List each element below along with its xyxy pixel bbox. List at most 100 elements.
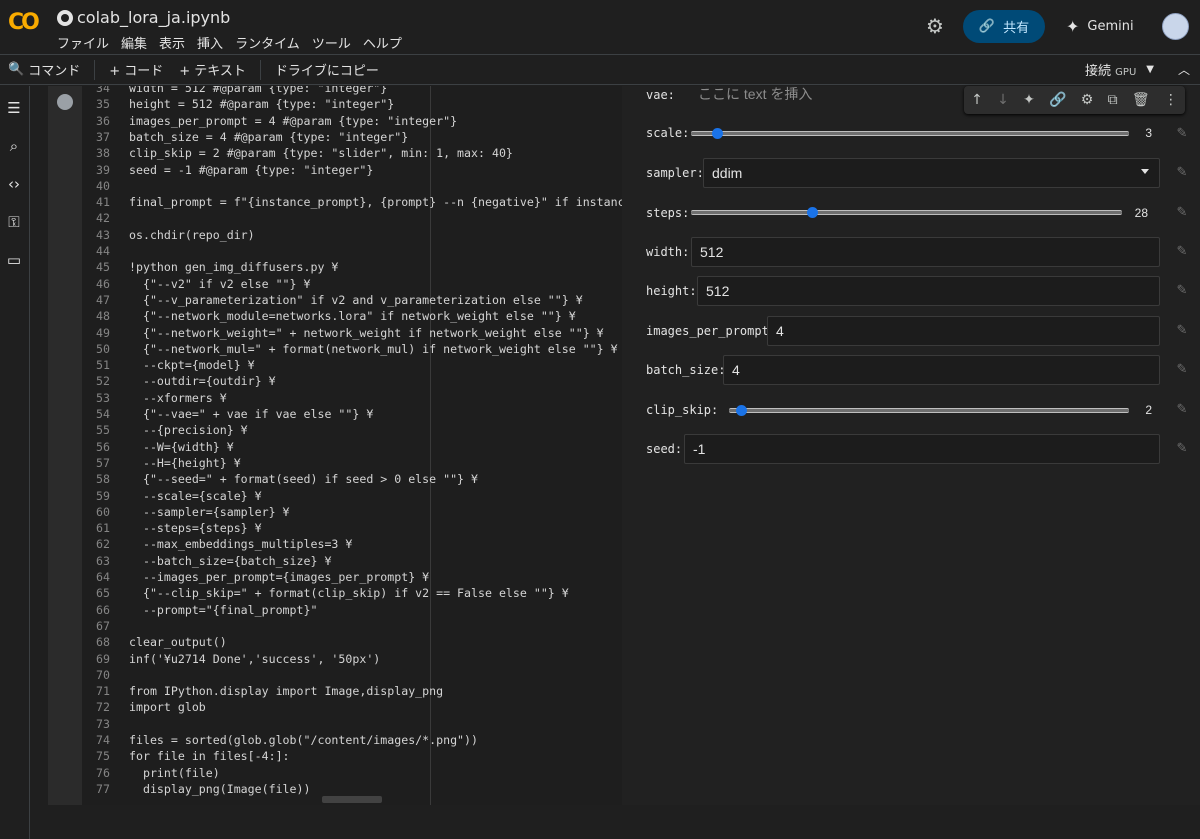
code-line: 71 from IPython.display import Image,disp… [82, 683, 443, 699]
copy-to-drive-button[interactable]: ドライブにコピー [267, 55, 387, 84]
steps-slider[interactable] [691, 207, 1122, 218]
gemini-sparkle-icon[interactable]: ✦ [1023, 92, 1035, 108]
runtime-dropdown-chevron-icon[interactable]: ▼ [1146, 64, 1154, 75]
batch-size-input[interactable]: 4 [723, 355, 1160, 385]
batch-size-row: batch_size: [646, 355, 725, 385]
seed-input[interactable]: -1 [684, 434, 1160, 464]
files-folder-icon[interactable]: ▭ [4, 250, 24, 270]
sampler-select[interactable]: ddim [703, 158, 1160, 188]
gemini-label: Gemini [1087, 19, 1134, 34]
height-input[interactable]: 512 [697, 276, 1160, 306]
vae-input[interactable]: ここに text を挿入 [690, 80, 960, 110]
line-number: 37 [96, 129, 110, 144]
more-vert-icon[interactable]: ⋮ [1164, 92, 1178, 108]
gemini-button[interactable]: ✦ Gemini [1066, 17, 1134, 36]
code-line: 63 --batch_size={batch_size} ¥ [82, 553, 331, 569]
menu-edit[interactable]: 編集 [121, 33, 147, 52]
code-snippets-icon[interactable]: ‹› [4, 174, 24, 194]
slider-track [691, 131, 1129, 136]
menu-insert[interactable]: 挿入 [197, 33, 223, 52]
code-line: 38 clip_skip = 2 #@param {type: "slider",… [82, 145, 513, 161]
edit-pencil-icon[interactable]: ✎ [1174, 283, 1190, 299]
link-icon[interactable]: 🔗 [1049, 92, 1066, 108]
menu-file[interactable]: ファイル [57, 33, 109, 52]
edit-pencil-icon[interactable]: ✎ [1174, 441, 1190, 457]
line-text: final_prompt = f"{instance_prompt}, {pro… [129, 195, 622, 210]
scale-label: scale: [646, 126, 690, 140]
mirror-cell-icon[interactable]: ⧉ [1108, 92, 1118, 108]
code-cell[interactable]: 34 width = 512 #@param {type: "integer"} 3… [48, 86, 1200, 806]
code-line: 42 [82, 210, 129, 226]
code-line: 57 --H={height} ¥ [82, 455, 241, 471]
code-editor[interactable]: 34 width = 512 #@param {type: "integer"} 3… [82, 86, 622, 805]
width-input[interactable]: 512 [691, 237, 1160, 267]
code-line: 74 files = sorted(glob.glob("/content/ima… [82, 732, 478, 748]
code-line: 43 os.chdir(repo_dir) [82, 227, 255, 243]
code-line: 62 --max_embeddings_multiples=3 ¥ [82, 536, 352, 552]
line-number: 66 [96, 602, 110, 617]
line-text: clear_output() [129, 635, 227, 650]
horizontal-scrollbar[interactable] [322, 796, 382, 803]
images-per-prompt-input[interactable]: 4 [767, 316, 1160, 346]
code-line: 49 {"--network_weight=" + network_weight… [82, 325, 604, 341]
move-up-icon[interactable]: ↑ [971, 92, 983, 108]
find-replace-icon[interactable]: ⌕ [4, 136, 24, 156]
avatar[interactable] [1162, 13, 1189, 40]
menu-runtime[interactable]: ランタイム [235, 33, 300, 52]
line-text: inf('¥u2714 Done','success', '50px') [129, 651, 381, 666]
edit-pencil-icon[interactable]: ✎ [1174, 362, 1190, 378]
clip-skip-slider[interactable] [729, 405, 1129, 416]
edit-pencil-icon[interactable]: ✎ [1174, 205, 1190, 221]
slider-thumb[interactable] [712, 128, 724, 139]
gear-icon[interactable]: ⚙ [1081, 92, 1094, 108]
run-cell-button[interactable] [57, 94, 73, 110]
code-line: 58 {"--seed=" + format(seed) if seed > 0… [82, 471, 478, 487]
line-text: height = 512 #@param {type: "integer"} [129, 97, 395, 112]
line-number: 63 [96, 553, 110, 568]
code-line: 50 {"--network_mul=" + format(network_mu… [82, 341, 618, 357]
line-text: --scale={scale} ¥ [129, 488, 262, 503]
add-text-button[interactable]: + テキスト [171, 55, 254, 84]
code-line: 56 --W={width} ¥ [82, 439, 234, 455]
table-of-contents-icon[interactable]: ☰ [4, 98, 24, 118]
colab-logo[interactable]: CO [8, 10, 40, 35]
form-panel: ↑ ↓ ✦ 🔗 ⚙ ⧉ 🗑 ⋮ vae: ここに text を挿入 scale:… [622, 86, 1200, 805]
secrets-key-icon[interactable]: ⚿ [4, 212, 24, 232]
line-text: --max_embeddings_multiples=3 ¥ [129, 537, 353, 552]
add-code-button[interactable]: + コード [101, 55, 171, 84]
collapse-chevron-up-icon[interactable]: ︿ [1178, 61, 1190, 78]
line-number: 67 [96, 618, 110, 633]
slider-thumb[interactable] [806, 207, 818, 218]
line-text: --H={height} ¥ [129, 455, 241, 470]
code-line: 36 images_per_prompt = 4 #@param {type: "… [82, 113, 457, 129]
notebook-title-text[interactable]: colab_lora_ja.ipynb [77, 8, 230, 27]
code-line: 44 [82, 243, 129, 259]
delete-icon[interactable]: 🗑 [1132, 92, 1150, 108]
line-text: import glob [129, 700, 206, 715]
edit-pencil-icon[interactable]: ✎ [1174, 244, 1190, 260]
code-line: 77 display_png(Image(file)) [82, 781, 310, 797]
connect-button[interactable]: 接続 GPU [1085, 60, 1136, 79]
scale-slider[interactable] [691, 128, 1129, 139]
share-button[interactable]: 🔗 共有 [963, 10, 1045, 43]
code-line: 41 final_prompt = f"{instance_prompt}, {p… [82, 194, 622, 210]
menu-tools[interactable]: ツール [312, 33, 351, 52]
edit-pencil-icon[interactable]: ✎ [1174, 402, 1190, 418]
code-line: 47 {"--v_parameterization" if v2 and v_p… [82, 292, 583, 308]
line-number: 51 [96, 358, 110, 373]
clip-skip-label: clip_skip: [646, 403, 719, 417]
notebook-title[interactable]: colab_lora_ja.ipynb [57, 8, 230, 27]
steps-value: 28 [1134, 206, 1148, 220]
slider-thumb[interactable] [736, 405, 747, 416]
code-line: 65 {"--clip_skip=" + format(clip_skip) i… [82, 585, 569, 601]
menu-help[interactable]: ヘルプ [363, 33, 402, 52]
menu-view[interactable]: 表示 [159, 33, 185, 52]
command-palette-button[interactable]: 🔍 コマンド [0, 55, 88, 84]
code-line: 54 {"--vae=" + vae if vae else ""} ¥ [82, 406, 373, 422]
edit-pencil-icon[interactable]: ✎ [1174, 323, 1190, 339]
edit-pencil-icon[interactable]: ✎ [1174, 126, 1190, 142]
line-number: 43 [96, 227, 110, 242]
move-down-icon[interactable]: ↓ [997, 92, 1009, 108]
edit-pencil-icon[interactable]: ✎ [1174, 165, 1190, 181]
settings-gear-icon[interactable]: ⚙ [924, 15, 946, 37]
